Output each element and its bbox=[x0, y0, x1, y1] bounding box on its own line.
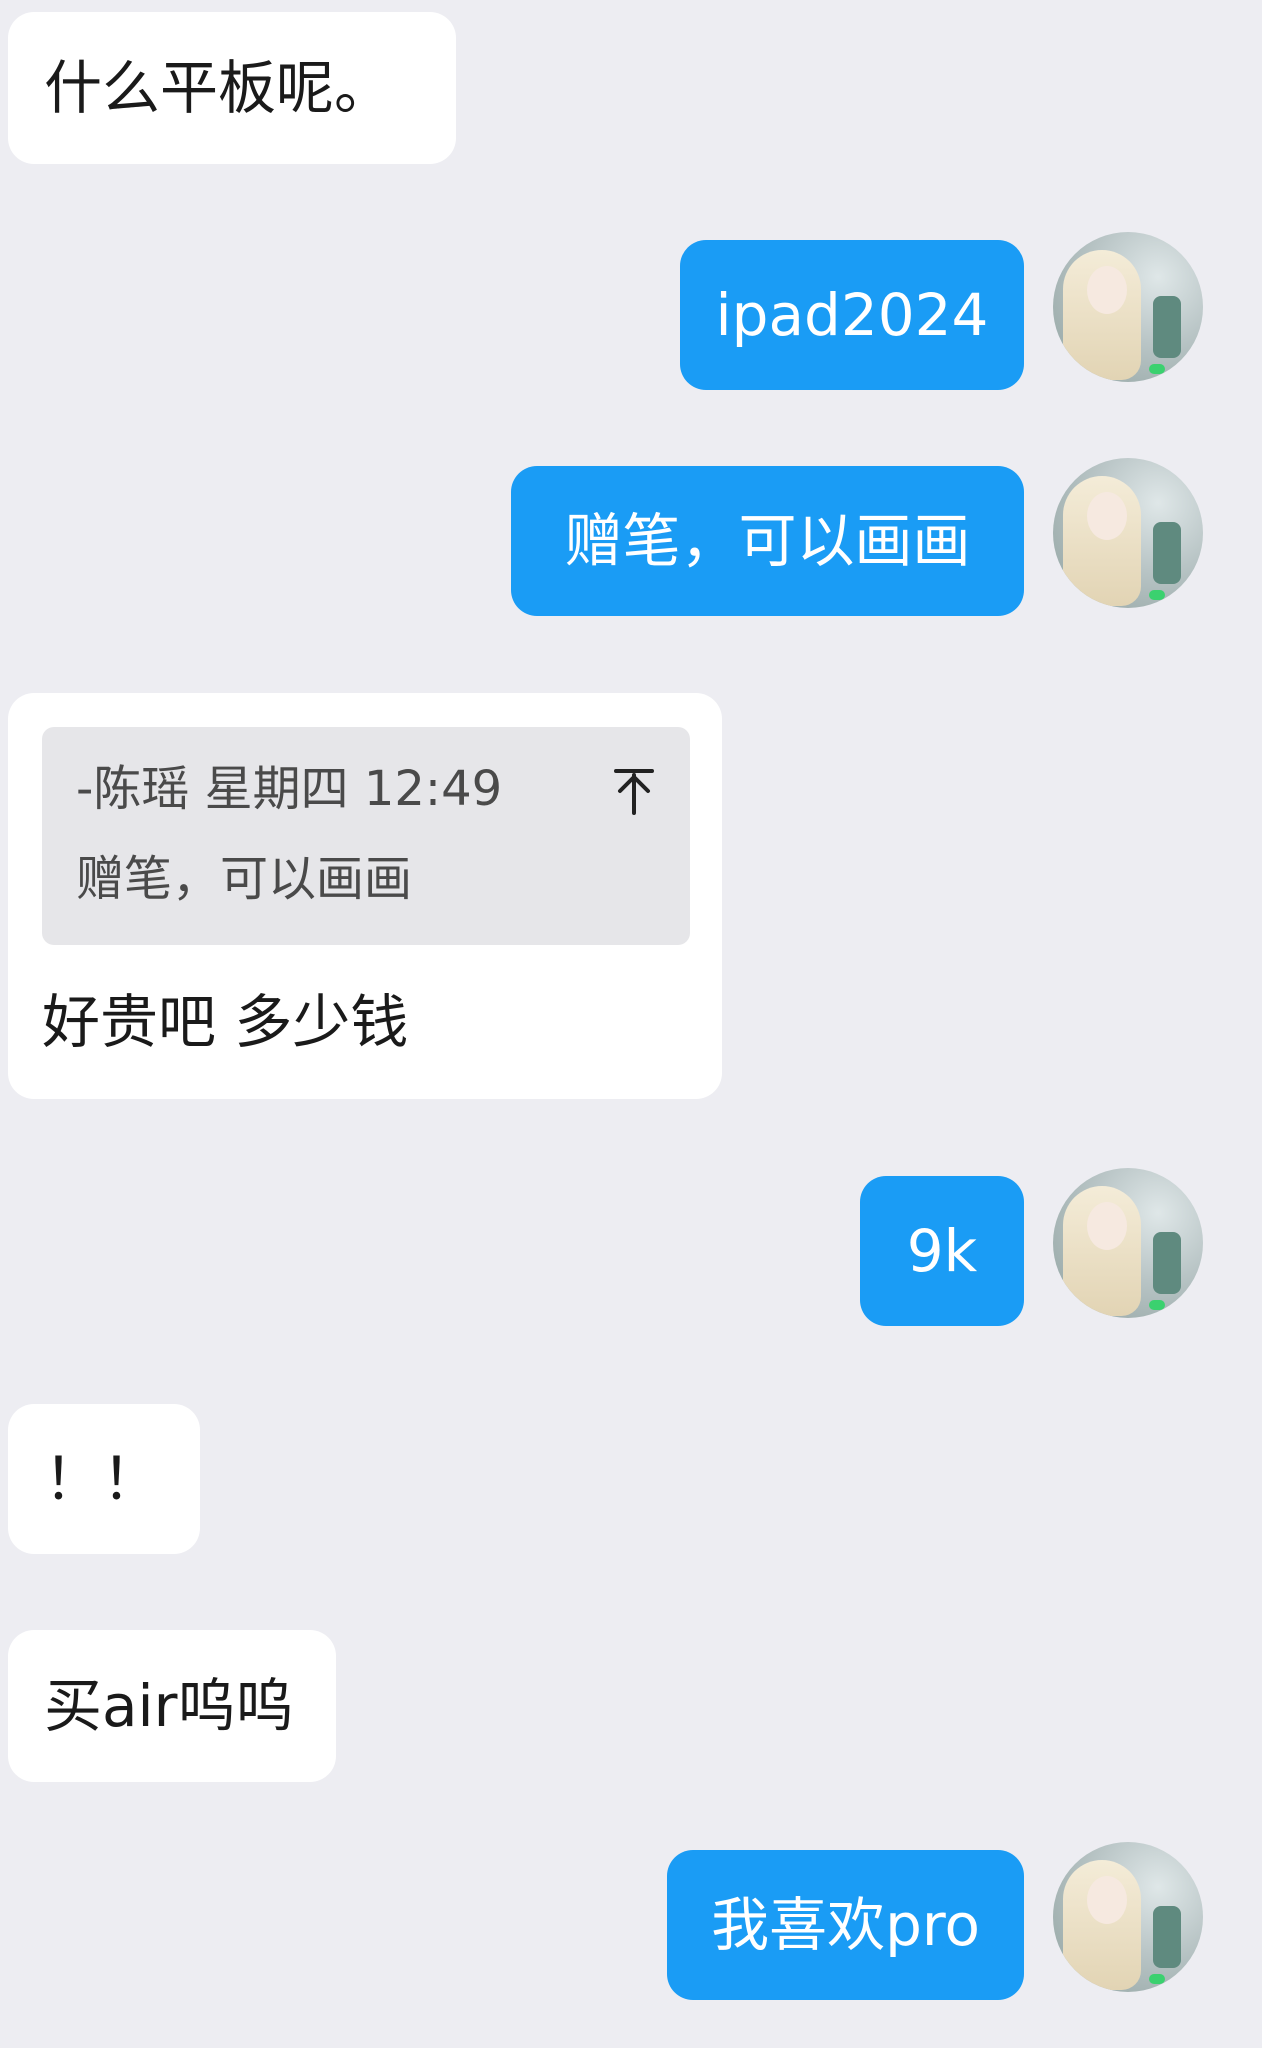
message-text: ！！ bbox=[44, 1445, 161, 1513]
message-text: 我喜欢pro bbox=[711, 1891, 980, 1959]
outgoing-message[interactable]: 我喜欢pro bbox=[667, 1850, 1024, 2000]
avatar[interactable] bbox=[1053, 232, 1203, 382]
chat-thread: 什么平板呢。 ipad2024 赠笔，可以画画 -陈瑶 星期四 12:49 赠笔… bbox=[0, 0, 1262, 2048]
outgoing-message[interactable]: 9k bbox=[860, 1176, 1024, 1326]
online-dot bbox=[1149, 590, 1165, 600]
message-text: 赠笔，可以画画 bbox=[564, 507, 971, 575]
online-dot bbox=[1149, 1300, 1165, 1310]
online-dot bbox=[1149, 364, 1165, 374]
avatar[interactable] bbox=[1053, 1168, 1203, 1318]
quote-text: 赠笔，可以画画 bbox=[76, 851, 413, 907]
message-text: 9k bbox=[906, 1217, 978, 1285]
arrow-up-to-top-icon[interactable] bbox=[612, 767, 656, 817]
quoted-message[interactable]: -陈瑶 星期四 12:49 赠笔，可以画画 bbox=[42, 727, 690, 945]
incoming-message[interactable]: 什么平板呢。 bbox=[8, 12, 456, 164]
incoming-message[interactable]: ！！ bbox=[8, 1404, 200, 1554]
quote-meta: -陈瑶 星期四 12:49 bbox=[76, 761, 503, 817]
avatar[interactable] bbox=[1053, 1842, 1203, 1992]
incoming-reply-message[interactable]: -陈瑶 星期四 12:49 赠笔，可以画画 好贵吧 多少钱 bbox=[8, 693, 722, 1099]
message-text: ipad2024 bbox=[715, 281, 989, 349]
message-text: 好贵吧 多少钱 bbox=[42, 988, 409, 1056]
online-dot bbox=[1149, 1974, 1165, 1984]
avatar[interactable] bbox=[1053, 458, 1203, 608]
message-text: 什么平板呢。 bbox=[44, 54, 393, 122]
message-text: 买air呜呜 bbox=[44, 1672, 294, 1740]
outgoing-message[interactable]: 赠笔，可以画画 bbox=[511, 466, 1024, 616]
outgoing-message[interactable]: ipad2024 bbox=[680, 240, 1024, 390]
incoming-message[interactable]: 买air呜呜 bbox=[8, 1630, 336, 1782]
